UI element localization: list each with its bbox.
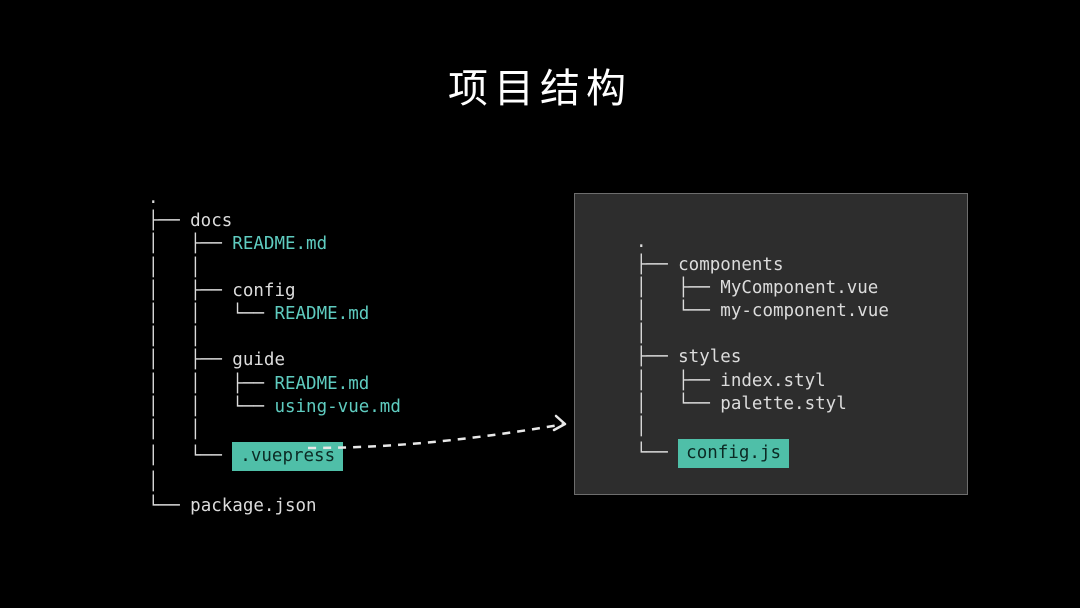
tree-branch: │ │ └── [148, 397, 274, 417]
tree-left: . ├── docs │ ├── README.md │ │ │ ├── con… [148, 187, 401, 518]
file-package-json: package.json [190, 496, 316, 516]
dir-components: ├── components [636, 255, 784, 275]
tree-branch: │ │ [148, 420, 201, 440]
highlight-vuepress: .vuepress [232, 442, 343, 471]
tree-branch: │ ├── [148, 281, 232, 301]
tree-branch: └── [148, 496, 190, 516]
tree-branch: │ └── [148, 446, 232, 466]
file-readme-root: README.md [232, 234, 327, 254]
tree-branch: │ └── [636, 394, 720, 414]
slide-title: 项目结构 [0, 56, 1080, 114]
slide-root: 项目结构 . ├── docs │ ├── README.md │ │ │ ├─… [0, 0, 1080, 608]
tree-root-dot-right: . [636, 232, 647, 252]
file-palette-styl: palette.styl [720, 394, 846, 414]
tree-branch: │ └── [636, 301, 720, 321]
tree-line-docs: ├── docs [148, 211, 232, 231]
dir-styles: ├── styles [636, 347, 741, 367]
tree-branch: │ │ [148, 327, 201, 347]
dir-config: config [232, 281, 295, 301]
highlight-config-js: config.js [678, 439, 789, 468]
tree-right: . ├── components │ ├── MyComponent.vue │… [636, 231, 889, 468]
tree-branch: │ │ ├── [148, 374, 274, 394]
file-readme-guide: README.md [274, 374, 369, 394]
tree-branch: │ [636, 417, 647, 437]
tree-branch: │ ├── [148, 350, 232, 370]
file-index-styl: index.styl [720, 371, 825, 391]
dir-guide: guide [232, 350, 285, 370]
tree-root-dot: . [148, 188, 159, 208]
tree-branch: │ ├── [148, 234, 232, 254]
file-readme-config: README.md [274, 304, 369, 324]
file-my-component-vue: my-component.vue [720, 301, 889, 321]
tree-branch: │ │ └── [148, 304, 274, 324]
file-using-vue: using-vue.md [274, 397, 400, 417]
file-mycomponent-vue: MyComponent.vue [720, 278, 878, 298]
tree-branch: │ ├── [636, 371, 720, 391]
tree-branch: └── [636, 443, 678, 463]
tree-branch: │ [636, 324, 647, 344]
tree-branch: │ ├── [636, 278, 720, 298]
tree-branch: │ [148, 472, 159, 492]
tree-branch: │ │ [148, 258, 201, 278]
